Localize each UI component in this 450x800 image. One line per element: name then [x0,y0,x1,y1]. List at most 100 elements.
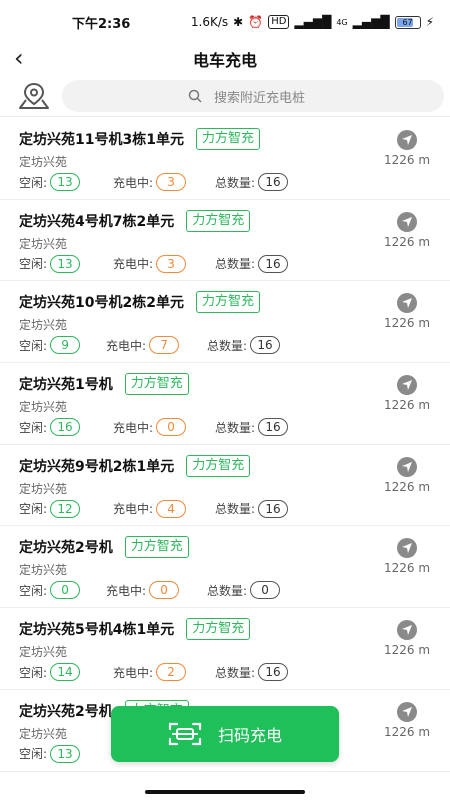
total-count: 16 [258,254,289,273]
navigation-arrow-icon [397,293,417,314]
total-label: 总数量: [215,502,256,517]
distance: 1226 m [383,234,431,249]
idle-count: 13 [50,173,81,191]
brand-badge: 力方智充 [124,536,189,559]
station-item[interactable]: 定坊兴苑10号机2栋2单元 力方智充 定坊兴苑 空闲: 9 充电中: 7 总数量: 16 1… [0,281,450,364]
map-pin-icon[interactable] [16,79,52,113]
distance: 1226 m [383,398,431,413]
total-count: 16 [258,663,289,682]
idle-count: 13 [50,254,81,273]
charging-label: 充电中: [113,665,154,680]
station-community: 定坊兴苑 [19,155,68,169]
bluetooth-icon: ✱ [233,15,244,29]
charging-label: 充电中: [113,257,154,272]
search-placeholder: 搜索附近充电桩 [214,90,306,106]
idle-count: 14 [50,663,81,682]
navigation-arrow-icon [397,701,417,722]
station-item[interactable]: 定坊兴苑11号机3栋1单元 力方智充 定坊兴苑 空闲: 13 充电中: 3 总数量: 16 … [0,118,450,200]
navigate-button[interactable]: 1226 m [382,538,432,575]
status-bar: 下午2:36 1.6K/s ✱ ⏰ HD ▂▄▆█ 4G ▂▄▆█ 67 ⚡ [0,0,450,44]
navigation-arrow-icon [397,620,417,641]
brand-badge: 力方智充 [186,618,251,641]
brand-badge: 力方智充 [186,454,251,477]
station-item[interactable]: 定坊兴苑5号机4栋1单元 力方智充 定坊兴苑 空闲: 14 充电中: 2 总数量: 16 1… [0,608,450,690]
navigation-arrow-icon [397,130,417,150]
charging-label: 充电中: [106,338,147,353]
brand-badge: 力方智充 [195,128,260,150]
total-label: 总数量: [215,420,256,435]
navigation-arrow-icon [397,375,417,396]
total-label: 总数量: [207,338,248,353]
charging-label: 充电中: [113,420,154,435]
charging-count: 2 [156,663,187,682]
network-speed: 1.6K/s [190,15,229,29]
search-input[interactable]: 搜索附近充电桩 [62,80,444,112]
station-item[interactable]: 定坊兴苑1号机 力方智充 定坊兴苑 空闲: 16 充电中: 0 总数量: 16 1226 m [0,363,450,445]
idle-count: 12 [50,499,81,518]
navigation-arrow-icon [397,456,417,477]
charging-count: 0 [149,581,180,600]
idle-label: 空闲: [19,502,48,517]
charging-label: 充电中: [113,175,154,190]
charging-count: 7 [149,336,180,355]
brand-badge: 力方智充 [124,373,189,396]
navigation-arrow-icon [397,211,417,232]
hd-icon: HD [268,15,290,29]
navigate-button[interactable]: 1226 m [382,620,432,657]
distance: 1226 m [383,724,431,739]
battery-level: 67 [402,17,413,27]
station-item[interactable]: 定坊兴苑2号机 力方智充 定坊兴苑 空闲: 0 充电中: 0 总数量: 0 1226 m [0,526,450,609]
total-label: 总数量: [215,665,256,680]
station-community: 定坊兴苑 [19,481,68,496]
total-label: 总数量: [215,175,256,190]
search-row: 搜索附近充电桩 [0,76,450,117]
total-count: 0 [250,581,281,600]
idle-label: 空闲: [19,420,48,435]
charging-count: 3 [156,173,187,191]
navigation-arrow-icon [397,538,417,559]
station-item[interactable]: 定坊兴苑9号机2栋1单元 力方智充 定坊兴苑 空闲: 12 充电中: 4 总数量: 16 1… [0,445,450,527]
total-count: 16 [258,173,289,191]
station-community: 定坊兴苑 [19,400,68,415]
station-name: 定坊兴苑4号机7栋2单元 [19,213,175,230]
navigate-button[interactable]: 1226 m [382,211,432,249]
charging-label: 充电中: [106,583,147,598]
total-label: 总数量: [207,583,248,598]
navigate-button[interactable]: 1226 m [382,293,432,330]
total-count: 16 [258,499,289,518]
scan-charge-button[interactable]: 扫码充电 [111,706,339,762]
idle-count: 9 [50,336,81,355]
navigate-button[interactable]: 1226 m [382,375,432,412]
station-community: 定坊兴苑 [19,318,68,333]
charging-count: 3 [156,254,187,273]
total-label: 总数量: [215,257,256,272]
alarm-icon: ⏰ [248,15,264,29]
navigate-button[interactable]: 1226 m [382,456,432,494]
brand-badge: 力方智充 [186,209,251,232]
idle-label: 空闲: [19,338,48,353]
idle-label: 空闲: [19,257,48,272]
total-count: 16 [258,418,289,437]
station-name: 定坊兴苑9号机2栋1单元 [19,458,175,475]
home-indicator[interactable] [145,790,305,794]
station-community: 定坊兴苑 [19,563,68,578]
brand-badge: 力方智充 [195,291,260,314]
distance: 1226 m [383,316,431,331]
signal-icon: ▂▄▆█ [294,15,332,29]
charging-count: 0 [156,418,187,437]
distance: 1226 m [383,153,431,167]
station-community: 定坊兴苑 [19,236,68,251]
station-list: 定坊兴苑11号机3栋1单元 力方智充 定坊兴苑 空闲: 13 充电中: 3 总数量: 16 … [0,118,450,772]
status-icons: 1.6K/s ✱ ⏰ HD ▂▄▆█ 4G ▂▄▆█ 67 ⚡ [191,15,434,29]
network-type: 4G [336,17,348,27]
station-name: 定坊兴苑2号机 [19,540,113,557]
distance: 1226 m [383,643,431,658]
back-icon[interactable]: ‹ [14,45,24,71]
charging-label: 充电中: [113,502,154,517]
navigate-button[interactable]: 1226 m [382,701,432,739]
scan-icon [168,722,202,746]
navigate-button[interactable]: 1226 m [382,130,432,167]
status-time: 下午2:36 [72,16,131,32]
idle-label: 空闲: [19,583,48,598]
station-item[interactable]: 定坊兴苑4号机7栋2单元 力方智充 定坊兴苑 空闲: 13 充电中: 3 总数量: 16 1… [0,200,450,282]
